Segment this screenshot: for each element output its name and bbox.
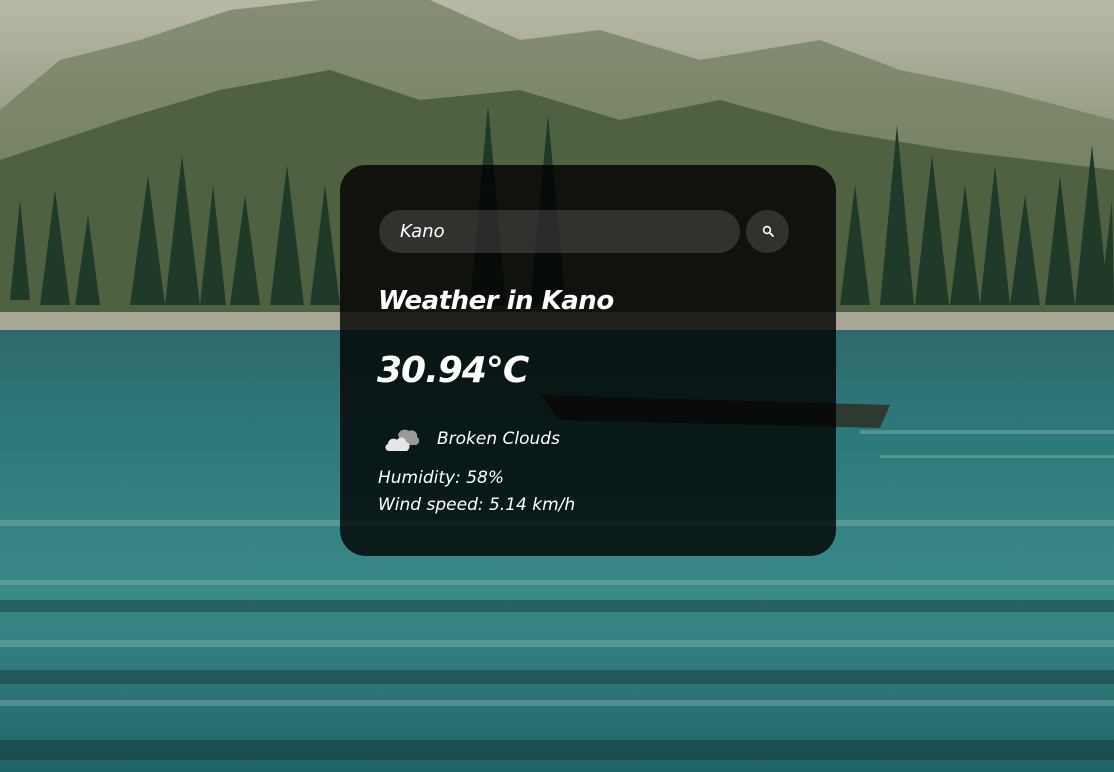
city-heading: Weather in Kano [378,286,614,316]
humidity: Humidity: 58% [378,468,504,488]
wind-speed: Wind speed: 5.14 km/h [378,495,576,515]
broken-clouds-icon [384,427,420,453]
temperature: 30.94°C [377,350,529,391]
search-button[interactable] [746,210,789,253]
weather-description: Broken Clouds [437,429,560,449]
search-icon [762,222,774,241]
search-input[interactable] [379,210,740,253]
weather-card: Weather in Kano 30.94°C Broken Clouds Hu… [340,165,836,556]
